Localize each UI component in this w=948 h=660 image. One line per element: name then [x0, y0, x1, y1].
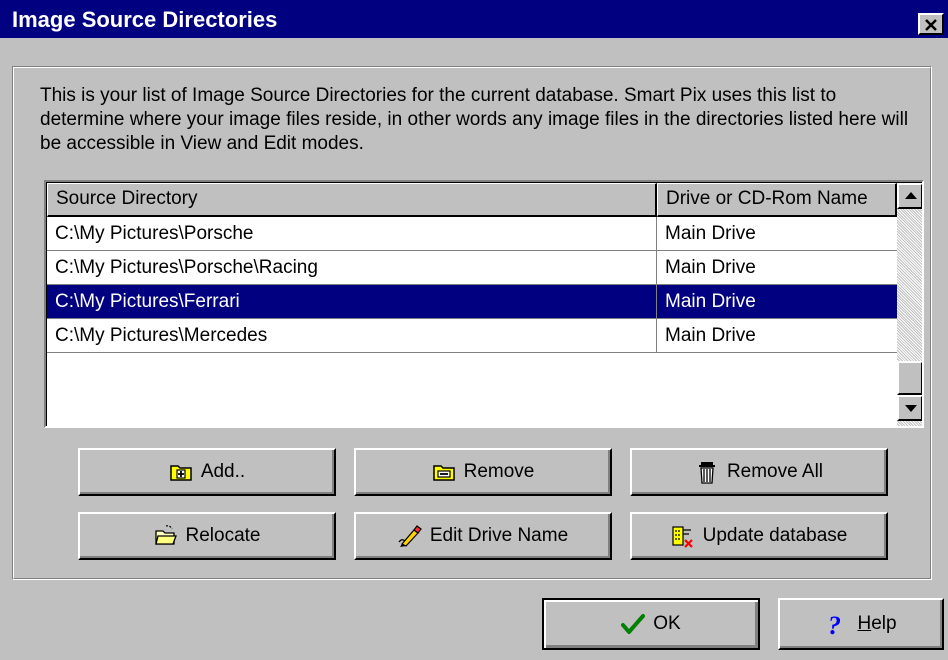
vertical-scrollbar[interactable] — [897, 183, 922, 426]
question-mark-icon: ? — [828, 612, 841, 636]
cell-source-directory: C:\My Pictures\Mercedes — [47, 319, 657, 353]
checkmark-icon — [621, 614, 646, 634]
update-database-button[interactable]: Update database — [630, 512, 888, 560]
list-row[interactable]: C:\My Pictures\Mercedes Main Drive — [47, 319, 897, 353]
add-button-label: Add.. — [200, 461, 246, 482]
cell-source-directory: C:\My Pictures\Porsche — [47, 217, 657, 251]
pencil-icon — [398, 525, 422, 547]
update-database-button-label: Update database — [702, 525, 848, 546]
description-text: This is your list of Image Source Direct… — [40, 85, 909, 154]
ok-button[interactable]: OK — [542, 598, 760, 650]
relocate-button[interactable]: Relocate — [78, 512, 336, 560]
scroll-thumb[interactable] — [897, 361, 922, 395]
column-header-source-directory[interactable]: Source Directory — [47, 183, 657, 217]
help-label-rest: elp — [871, 613, 897, 634]
cell-drive-name: Main Drive — [657, 251, 897, 285]
window-title: Image Source Directories — [12, 7, 278, 32]
edit-drive-name-button-label: Edit Drive Name — [429, 525, 569, 546]
remove-all-button-label: Remove All — [726, 461, 824, 482]
folder-open-icon — [154, 525, 177, 545]
ok-button-label: OK — [653, 613, 681, 634]
scroll-down-button[interactable] — [897, 395, 922, 421]
help-button-label: Help — [857, 613, 896, 635]
arrow-down-icon — [905, 405, 917, 412]
add-button[interactable]: Add.. — [78, 448, 336, 496]
remove-all-button[interactable]: Remove All — [630, 448, 888, 496]
cell-source-directory: C:\My Pictures\Porsche\Racing — [47, 251, 657, 285]
remove-button[interactable]: Remove — [354, 448, 612, 496]
folder-minus-icon — [432, 465, 455, 481]
cell-source-directory: C:\My Pictures\Ferrari — [47, 285, 657, 319]
title-bar: Image Source Directories — [0, 0, 948, 38]
cell-drive-name: Main Drive — [657, 285, 897, 319]
svg-text:?: ? — [828, 612, 841, 636]
relocate-button-label: Relocate — [185, 525, 261, 546]
close-icon — [925, 19, 937, 31]
remove-button-label: Remove — [463, 461, 535, 482]
list-row[interactable]: C:\My Pictures\Porsche Main Drive — [47, 217, 897, 251]
help-mnemonic: H — [857, 613, 872, 634]
edit-drive-name-button[interactable]: Edit Drive Name — [354, 512, 612, 560]
source-directory-list[interactable]: Source Directory Drive or CD-Rom Name C:… — [44, 180, 924, 428]
scroll-up-button[interactable] — [897, 183, 922, 209]
column-header-drive-name[interactable]: Drive or CD-Rom Name — [657, 183, 897, 217]
arrow-up-icon — [905, 192, 917, 199]
close-button[interactable] — [918, 13, 944, 35]
database-update-icon — [672, 526, 693, 548]
list-row[interactable]: C:\My Pictures\Porsche\Racing Main Drive — [47, 251, 897, 285]
list-row-selected[interactable]: C:\My Pictures\Ferrari Main Drive — [47, 285, 897, 319]
cell-drive-name: Main Drive — [657, 217, 897, 251]
cell-drive-name: Main Drive — [657, 319, 897, 353]
trash-icon — [698, 462, 715, 484]
help-button[interactable]: ? Help — [778, 598, 944, 650]
folder-plus-icon — [170, 465, 192, 481]
